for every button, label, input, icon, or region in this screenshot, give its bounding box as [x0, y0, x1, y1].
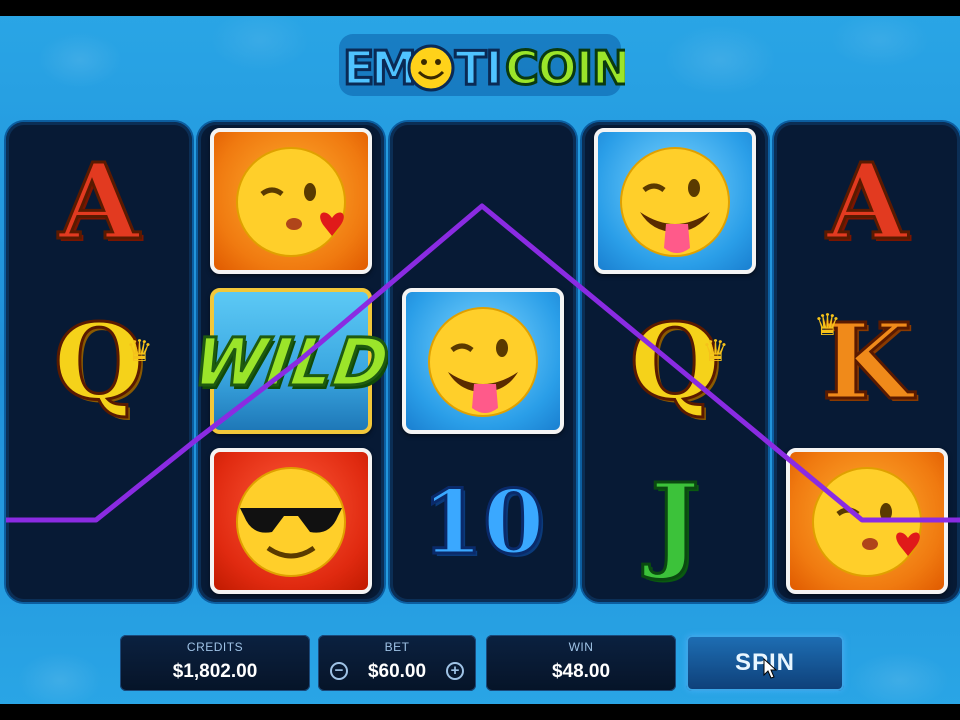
- reel-5-symbol-3: [774, 442, 960, 602]
- wink-tongue-emoji-tile: [594, 128, 756, 274]
- kiss-emoji-tile: [786, 448, 948, 594]
- wink-tongue-emoji-icon: [428, 307, 538, 417]
- crown-icon: ♛: [702, 335, 729, 368]
- reel-3-symbol-2: [390, 282, 576, 442]
- symbol-a: A: [825, 140, 909, 263]
- symbol-a: A: [57, 140, 141, 263]
- reel-1-symbol-1: A: [6, 122, 192, 282]
- reel-1-symbol-3: [6, 442, 192, 602]
- reel-3-symbol-3: 10: [390, 442, 576, 602]
- kiss-emoji-tile: [210, 128, 372, 274]
- reel-1-symbol-2: Q ♛: [6, 282, 192, 442]
- bet-panel: BET − $60.00 +: [318, 635, 476, 691]
- reel-1: A Q ♛: [6, 122, 192, 602]
- reel-5-symbol-1: A: [774, 122, 960, 282]
- symbol-wild: WILD: [187, 322, 395, 402]
- symbol-10: 10: [420, 470, 545, 574]
- reel-4-symbol-1: [582, 122, 768, 282]
- reel-4-symbol-2: Q ♛: [582, 282, 768, 442]
- win-label: WIN: [568, 640, 594, 654]
- reel-2-symbol-1: [198, 122, 384, 282]
- logo-graphic: E M TI COINS: [339, 34, 664, 97]
- reel-3-symbol-1: [390, 122, 576, 282]
- reel-4: Q ♛ J: [582, 122, 768, 602]
- crown-icon: ♛: [814, 309, 841, 342]
- bet-label: BET: [384, 640, 410, 654]
- reel-3: 10: [390, 122, 576, 602]
- credits-label: CREDITS: [186, 640, 244, 654]
- logo-letters-ti: TI: [455, 41, 502, 95]
- reel-2-symbol-2: WILD: [187, 282, 395, 442]
- symbol-j: J: [649, 460, 701, 583]
- mouse-cursor-icon: [763, 658, 777, 679]
- credits-value: $1,802.00: [172, 661, 258, 682]
- wink-tongue-emoji-tile: [402, 288, 564, 434]
- smiley-icon: [407, 44, 455, 92]
- reel-5: A K ♛: [774, 122, 960, 602]
- game-logo: E M TI COINS: [335, 24, 664, 104]
- sunglasses-emoji-icon: [236, 467, 346, 577]
- logo-letter-e: E: [343, 41, 373, 95]
- kiss-emoji-icon: [812, 467, 922, 577]
- wink-tongue-emoji-icon: [620, 147, 730, 257]
- reel-5-symbol-2: K ♛: [774, 282, 960, 442]
- letterbox-bottom: [0, 704, 960, 720]
- letterbox-top: [0, 0, 960, 16]
- reel-4-symbol-3: J: [582, 442, 768, 602]
- reel-2-symbol-3: [198, 442, 384, 602]
- credits-panel: CREDITS $1,802.00: [120, 635, 310, 691]
- game-stage: E M TI COINS A Q ♛: [0, 0, 960, 720]
- logo-word-coins: COINS: [505, 41, 625, 95]
- win-panel: WIN $48.00: [486, 635, 676, 691]
- win-value: $48.00: [551, 661, 611, 682]
- crown-icon: ♛: [126, 335, 153, 368]
- kiss-emoji-icon: [236, 147, 346, 257]
- bet-increase-button[interactable]: +: [446, 662, 464, 680]
- sunglasses-emoji-tile: [210, 448, 372, 594]
- reel-2: WILD: [187, 122, 395, 602]
